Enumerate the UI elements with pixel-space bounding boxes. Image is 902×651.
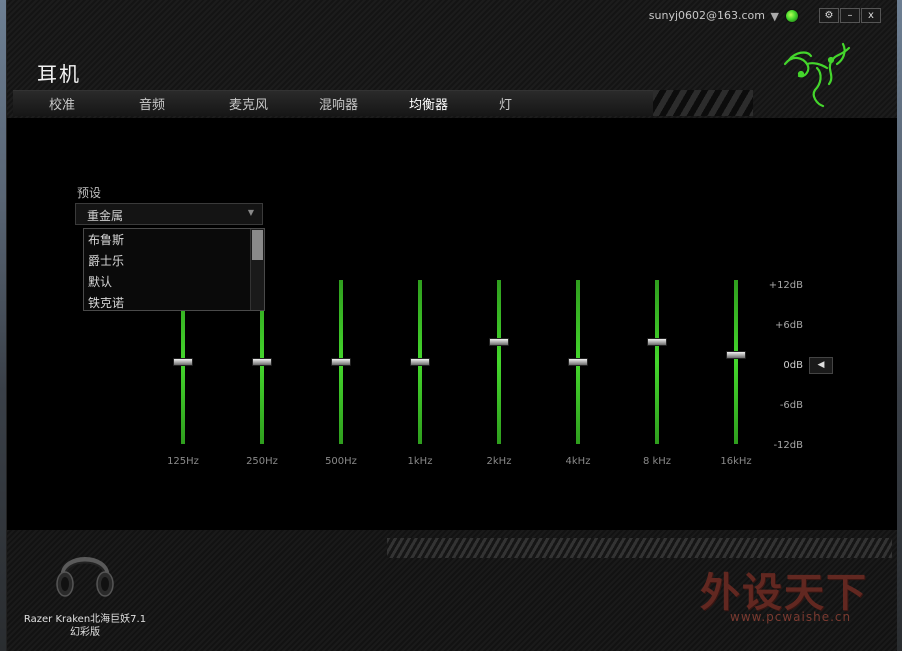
eq-band: 8 kHz — [637, 278, 677, 467]
chevron-down-icon: ▼ — [247, 208, 254, 217]
device-name-line2: 幻彩版 — [70, 627, 100, 638]
eq-slider-knob[interactable] — [173, 358, 193, 366]
tab-equalizer[interactable]: 均衡器 — [409, 94, 448, 113]
header: sunyj0602@163.com ▼ ⚙ – x 耳机 校准 音频 麦克风 混… — [7, 0, 897, 118]
footer-decoration — [387, 538, 892, 558]
eq-slider-knob[interactable] — [726, 351, 746, 360]
eq-band: 1kHz — [400, 278, 440, 467]
preset-option-default[interactable]: 默认 — [84, 271, 264, 292]
close-button[interactable]: x — [861, 8, 881, 23]
settings-button[interactable]: ⚙ — [819, 8, 839, 23]
preset-option-jazz[interactable]: 爵士乐 — [84, 250, 264, 271]
window-controls: ⚙ – x — [818, 8, 881, 23]
watermark: 外设天下 www.pcwaishe.cn — [700, 560, 890, 640]
tab-mixer[interactable]: 混响器 — [319, 94, 358, 113]
eq-slider-track[interactable] — [655, 280, 659, 444]
eq-band-label: 125Hz — [167, 456, 199, 467]
eq-band: 4kHz — [558, 278, 598, 467]
tab-calibration[interactable]: 校准 — [49, 94, 75, 113]
scale-plus12: +12dB — [768, 280, 803, 291]
eq-slider-knob[interactable] — [489, 337, 509, 346]
dropdown-scrollbar[interactable] — [250, 229, 264, 310]
scale-minus12: -12dB — [773, 440, 803, 451]
eq-slider-track[interactable] — [734, 280, 738, 444]
eq-slider-knob[interactable] — [568, 358, 588, 366]
eq-band-label: 2kHz — [486, 456, 512, 467]
preset-dropdown-list: 布鲁斯 爵士乐 默认 铁克诺 — [83, 228, 265, 311]
eq-slider-knob[interactable] — [647, 337, 667, 346]
razer-logo-icon — [783, 42, 851, 108]
dropdown-scrollbar-thumb[interactable] — [252, 230, 263, 260]
synapse-window: sunyj0602@163.com ▼ ⚙ – x 耳机 校准 音频 麦克风 混… — [6, 0, 897, 651]
tab-bar-decoration — [653, 90, 753, 116]
eq-band-label: 250Hz — [246, 456, 278, 467]
eq-band-label: 8 kHz — [642, 456, 672, 467]
preset-option-techno[interactable]: 铁克诺 — [84, 292, 264, 313]
preset-dropdown[interactable]: 重金属 ▼ — [75, 203, 263, 225]
eq-slider-knob[interactable] — [410, 358, 430, 366]
equalizer-panel: 预设 重金属 ▼ 布鲁斯 爵士乐 默认 铁克诺 125Hz 250Hz 500Hz 1… — [7, 118, 897, 530]
page-title: 耳机 — [37, 62, 81, 86]
tab-microphone[interactable]: 麦克风 — [229, 94, 268, 113]
online-status-icon — [785, 9, 799, 23]
device-name-line1: Razer Kraken北海巨妖7.1 — [23, 614, 147, 625]
eq-band-label: 500Hz — [325, 456, 357, 467]
scale-zero: 0dB — [783, 360, 803, 371]
scale-minus6: -6dB — [779, 400, 803, 411]
collapse-arrow-button[interactable]: ◀ — [809, 357, 833, 374]
account-email[interactable]: sunyj0602@163.com — [649, 9, 765, 22]
account-caret-icon[interactable]: ▼ — [771, 10, 779, 23]
eq-slider-knob[interactable] — [331, 358, 351, 366]
minimize-button[interactable]: – — [840, 8, 860, 23]
eq-band: 2kHz — [479, 278, 519, 467]
tab-bar: 校准 音频 麦克风 混响器 均衡器 灯 — [13, 90, 653, 116]
eq-band-label: 4kHz — [565, 456, 591, 467]
eq-band-label: 1kHz — [407, 456, 433, 467]
eq-band: 16kHz — [716, 278, 756, 467]
scale-plus6: +6dB — [775, 320, 803, 331]
preset-option-blues[interactable]: 布鲁斯 — [84, 229, 264, 250]
tab-lighting[interactable]: 灯 — [499, 94, 512, 113]
headset-icon[interactable] — [55, 540, 115, 602]
preset-selected-value: 重金属 — [87, 209, 124, 223]
eq-slider-knob[interactable] — [252, 358, 272, 366]
eq-band: 500Hz — [321, 278, 361, 467]
preset-label: 预设 — [77, 186, 102, 200]
eq-band-label: 16kHz — [720, 456, 752, 467]
eq-slider-track[interactable] — [497, 280, 501, 444]
watermark-url: www.pcwaishe.cn — [730, 610, 852, 624]
tab-audio[interactable]: 音频 — [139, 94, 165, 113]
device-name: Razer Kraken北海巨妖7.1 幻彩版 — [15, 613, 155, 639]
